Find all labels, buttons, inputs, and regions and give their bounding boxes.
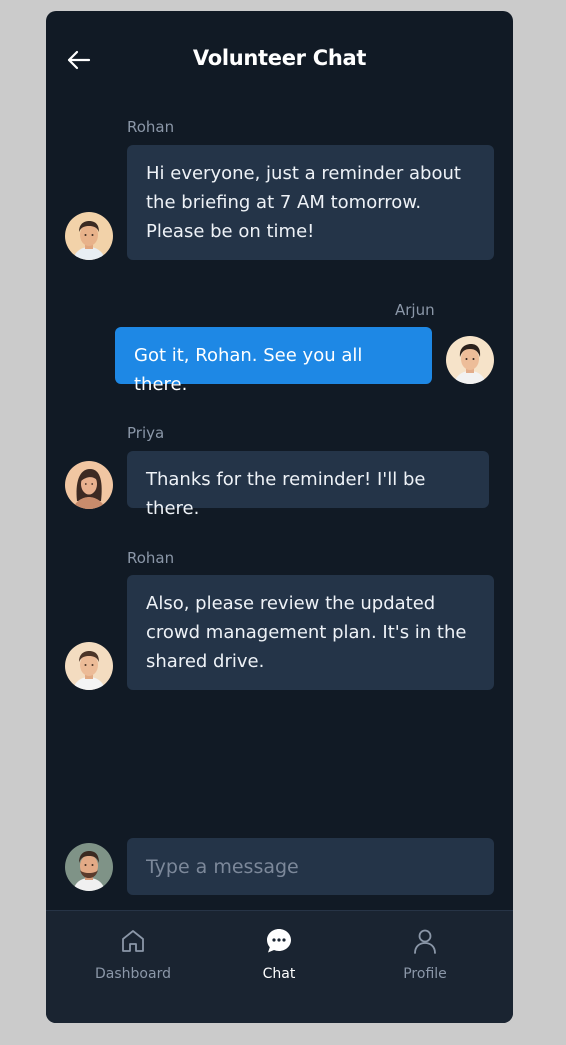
- person-avatar-icon: [446, 336, 494, 384]
- nav-label-profile: Profile: [403, 966, 447, 982]
- message-bubble-own[interactable]: Got it, Rohan. See you all there.: [115, 327, 432, 395]
- bottom-nav: Dashboard Chat Profile: [46, 910, 513, 1023]
- nav-item-profile[interactable]: Profile: [360, 911, 490, 1011]
- message-bubble[interactable]: Also, please review the updated crowd ma…: [127, 575, 494, 690]
- message-input[interactable]: [127, 838, 494, 895]
- user-icon: [414, 929, 436, 954]
- person-avatar-icon: [65, 212, 113, 260]
- avatar-rohan[interactable]: [65, 212, 113, 260]
- chat-screen: Volunteer Chat Rohan Hi everyone, just a…: [46, 11, 513, 1023]
- person-avatar-icon: [65, 642, 113, 690]
- nav-label-dashboard: Dashboard: [95, 966, 171, 982]
- message-sender: Rohan: [127, 118, 175, 136]
- avatar-rohan[interactable]: [65, 642, 113, 690]
- home-icon: [122, 930, 144, 952]
- page-title: Volunteer Chat: [192, 46, 367, 70]
- person-avatar-icon: [65, 461, 113, 509]
- avatar-arjun[interactable]: [446, 336, 494, 384]
- message-bubble[interactable]: Hi everyone, just a reminder about the b…: [127, 145, 494, 260]
- message-sender: Priya: [127, 424, 165, 442]
- person-avatar-icon: [65, 843, 113, 891]
- chat-bubble-icon: [267, 929, 291, 953]
- message-bubble[interactable]: Thanks for the reminder! I'll be there.: [127, 451, 489, 519]
- message-sender: Rohan: [127, 549, 175, 567]
- message-sender: Arjun: [395, 301, 435, 319]
- nav-item-chat[interactable]: Chat: [214, 911, 344, 1011]
- nav-label-chat: Chat: [262, 966, 296, 982]
- avatar-priya[interactable]: [65, 461, 113, 509]
- avatar-current-user[interactable]: [65, 843, 113, 891]
- header: Volunteer Chat: [46, 11, 513, 107]
- nav-item-dashboard[interactable]: Dashboard: [68, 911, 198, 1011]
